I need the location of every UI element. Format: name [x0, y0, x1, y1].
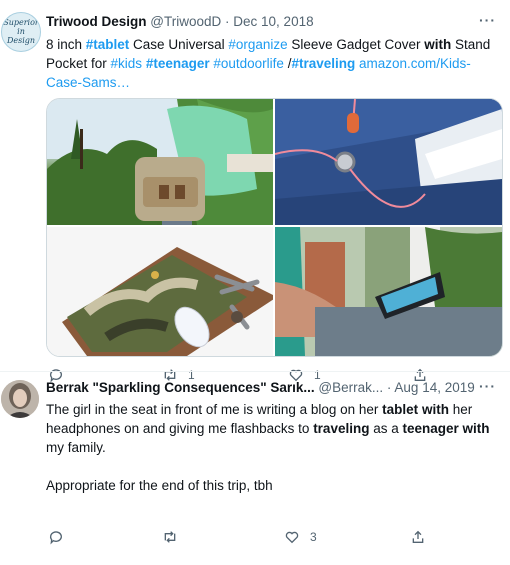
- hashtag-kids[interactable]: #kids: [111, 56, 143, 71]
- text-part: Appropriate for the end of this trip, tb…: [46, 478, 273, 493]
- handle[interactable]: @Berrak...: [318, 380, 383, 395]
- keyword-with: with: [424, 37, 452, 52]
- reply-icon: [49, 531, 62, 545]
- photo-camo-pouch[interactable]: [47, 227, 273, 356]
- retweet-icon: [164, 531, 176, 543]
- hashtag-traveling[interactable]: #traveling: [291, 56, 355, 71]
- photo-waist-bag[interactable]: [47, 99, 273, 225]
- timestamp[interactable]: Dec 10, 2018: [233, 14, 313, 29]
- timestamp[interactable]: Aug 14, 2019: [394, 380, 474, 395]
- keyword-with: with: [462, 421, 490, 436]
- keyword-traveling: traveling: [313, 421, 370, 436]
- tweet-actions: 3: [46, 527, 446, 547]
- share-button[interactable]: [410, 527, 436, 547]
- separator: ·: [225, 14, 230, 29]
- like-button[interactable]: 3: [284, 527, 317, 547]
- avatar[interactable]: Superior in Design: [1, 12, 41, 52]
- avatar-photo: [1, 380, 39, 418]
- keyword-tablet: tablet: [382, 402, 419, 417]
- hashtag-tablet[interactable]: #tablet: [86, 37, 130, 52]
- photo-camo-pouch-image: [47, 227, 273, 356]
- hashtag-teenager[interactable]: #teenager: [146, 56, 210, 71]
- text-part: as a: [369, 421, 403, 436]
- tweet-header: Berrak "Sparkling Consequences" Sarık...…: [46, 380, 475, 395]
- photo-waist-bag-image: [47, 99, 273, 225]
- text-part: Sleeve Gadget Cover: [287, 37, 425, 52]
- display-name[interactable]: Triwood Design: [46, 14, 147, 29]
- photo-earphones[interactable]: [275, 99, 502, 225]
- separator: ·: [386, 380, 392, 395]
- tweet-berrak[interactable]: Berrak "Sparkling Consequences" Sarık...…: [0, 372, 510, 565]
- more-options-icon[interactable]: ···: [479, 12, 496, 28]
- photo-tablet-lap-image: [275, 227, 502, 356]
- retweet-button[interactable]: [162, 527, 188, 547]
- keyword-teenager: teenager: [402, 421, 459, 436]
- photo-earphones-image: [275, 99, 502, 225]
- text-part: The girl in the seat in front of me is w…: [46, 402, 383, 417]
- tweet-header: Triwood Design @TriwoodD · Dec 10, 2018: [46, 14, 314, 29]
- handle[interactable]: @TriwoodD: [150, 14, 221, 29]
- tweet-text: 8 inch #tablet Case Universal #organize …: [46, 35, 501, 92]
- hashtag-organize[interactable]: #organize: [228, 37, 287, 52]
- tweet-text: The girl in the seat in front of me is w…: [46, 400, 501, 495]
- hashtag-outdoorlife[interactable]: #outdoorlife: [213, 56, 284, 71]
- text-part: 8 inch: [46, 37, 86, 52]
- more-options-icon[interactable]: ···: [479, 378, 496, 394]
- avatar-text-1: Superior: [3, 18, 39, 27]
- avatar[interactable]: [1, 380, 39, 418]
- keyword-with: with: [421, 402, 449, 417]
- like-count: 3: [310, 530, 317, 544]
- text-part: Case Universal: [129, 37, 229, 52]
- like-icon: [285, 531, 299, 544]
- avatar-text-3: Design: [6, 36, 36, 45]
- avatar-text-2: in: [17, 27, 25, 36]
- tweet-triwood[interactable]: Superior in Design Triwood Design @Triwo…: [0, 0, 510, 383]
- photo-tablet-lap[interactable]: [275, 227, 502, 356]
- display-name[interactable]: Berrak "Sparkling Consequences" Sarık...: [46, 380, 315, 395]
- reply-button[interactable]: [48, 527, 74, 547]
- share-icon: [412, 530, 424, 543]
- text-part: my family.: [46, 440, 106, 455]
- media-grid: [46, 98, 503, 357]
